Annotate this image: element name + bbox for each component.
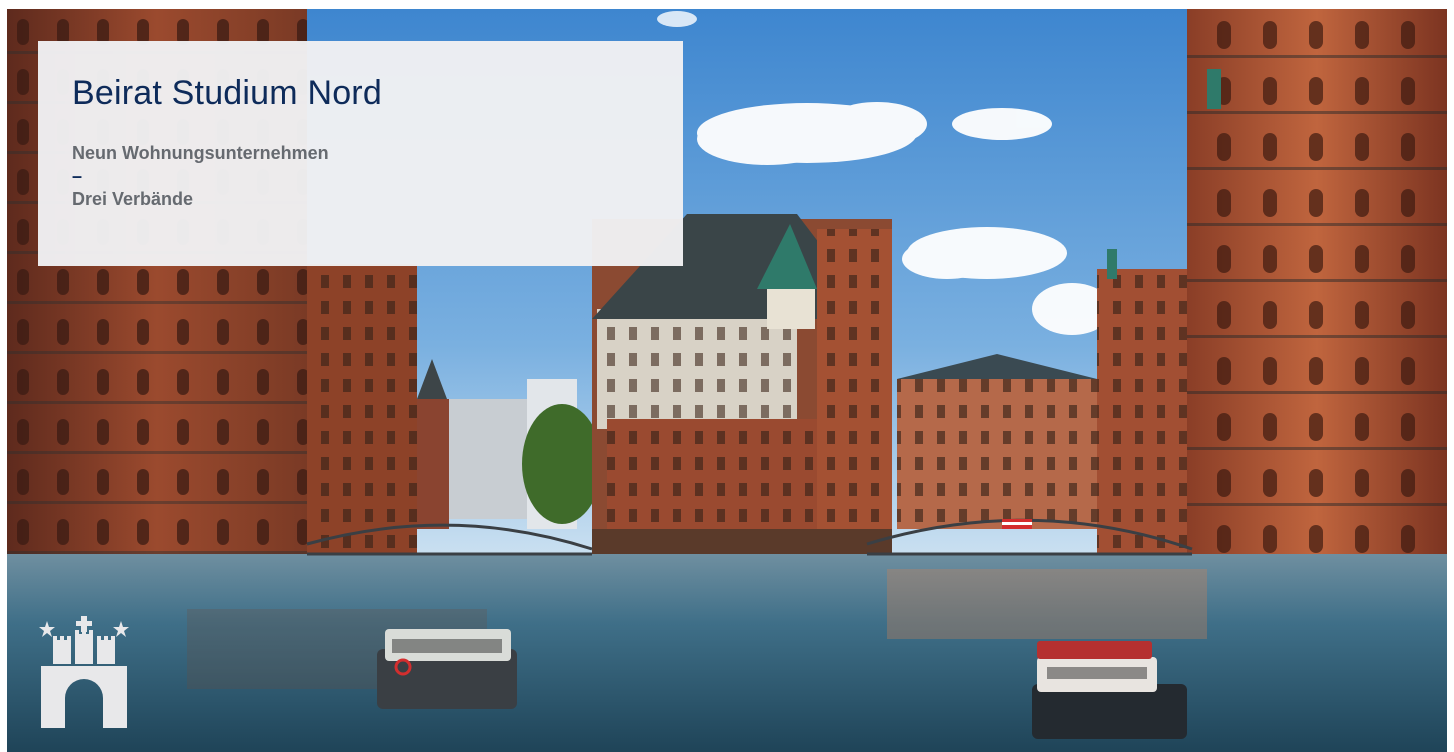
hero-banner: Beirat Studium Nord Neun Wohnungsunterne… [7, 9, 1447, 752]
hamburg-coat-of-arms-icon [39, 616, 129, 728]
subtitle-separator: – [72, 166, 83, 186]
subtitle-associations: Drei Verbände [72, 189, 194, 209]
title-card: Beirat Studium Nord Neun Wohnungsunterne… [38, 41, 683, 266]
page-title: Beirat Studium Nord [72, 74, 382, 112]
subtitle-companies: Neun Wohnungsunternehmen [72, 143, 329, 163]
